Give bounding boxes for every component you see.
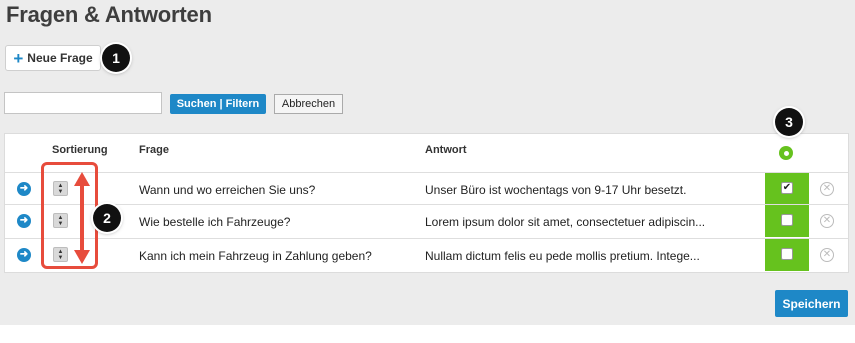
table-row: ➜ ▲ ▼ Kann ich mein Fahrzeug in Zahlung g…	[5, 238, 848, 271]
column-header-question: Frage	[139, 144, 169, 156]
answer-cell: Nullam dictum felis eu pede mollis preti…	[425, 249, 700, 263]
callout-badge-2: 2	[93, 204, 121, 232]
question-cell: Kann ich mein Fahrzeug in Zahlung geben?	[139, 249, 372, 263]
active-checkbox[interactable]: ✔	[781, 182, 793, 194]
new-question-label: Neue Frage	[27, 51, 93, 65]
answer-cell: Lorem ipsum dolor sit amet, consectetuer…	[425, 215, 706, 229]
active-cell	[765, 239, 809, 271]
question-cell: Wie bestelle ich Fahrzeuge?	[139, 215, 291, 229]
answer-cell: Unser Büro ist wochentags von 9-17 Uhr b…	[425, 183, 687, 197]
delete-icon[interactable]: ✕	[820, 182, 834, 196]
search-input[interactable]	[4, 92, 162, 114]
active-checkbox[interactable]	[781, 214, 793, 226]
save-button[interactable]: Speichern	[775, 290, 848, 317]
page-title: Fragen & Antworten	[6, 2, 212, 27]
callout-badge-3: 3	[775, 108, 803, 136]
content-panel: Fragen & Antworten + Neue Frage 1 Suchen…	[0, 0, 855, 325]
search-filter-button[interactable]: Suchen | Filtern	[170, 94, 266, 114]
delete-icon[interactable]: ✕	[820, 214, 834, 228]
column-header-answer: Antwort	[425, 144, 467, 156]
question-cell: Wann und wo erreichen Sie uns?	[139, 183, 316, 197]
table-row: ➜ ▲ ▼ Wie bestelle ich Fahrzeuge? Lorem i…	[5, 204, 848, 237]
table-row: ➜ ▲ ▼ Wann und wo erreichen Sie uns? Unse…	[5, 172, 848, 205]
active-cell: ✔	[765, 173, 809, 205]
new-question-button[interactable]: + Neue Frage	[5, 45, 101, 71]
column-header-sort: Sortierung	[52, 144, 108, 156]
cancel-button[interactable]: Abbrechen	[274, 94, 343, 114]
active-checkbox[interactable]	[781, 248, 793, 260]
delete-icon[interactable]: ✕	[820, 248, 834, 262]
plus-icon: +	[13, 48, 24, 68]
arrow-right-icon[interactable]: ➜	[17, 182, 31, 196]
callout-badge-1: 1	[102, 44, 130, 72]
arrow-right-icon[interactable]: ➜	[17, 214, 31, 228]
arrow-right-icon[interactable]: ➜	[17, 248, 31, 262]
active-cell	[765, 205, 809, 237]
double-arrow-icon	[74, 172, 90, 264]
faq-table: Sortierung Frage Antwort ➜ ▲ ▼ Wann und w…	[4, 133, 849, 273]
active-status-icon[interactable]	[779, 146, 793, 160]
